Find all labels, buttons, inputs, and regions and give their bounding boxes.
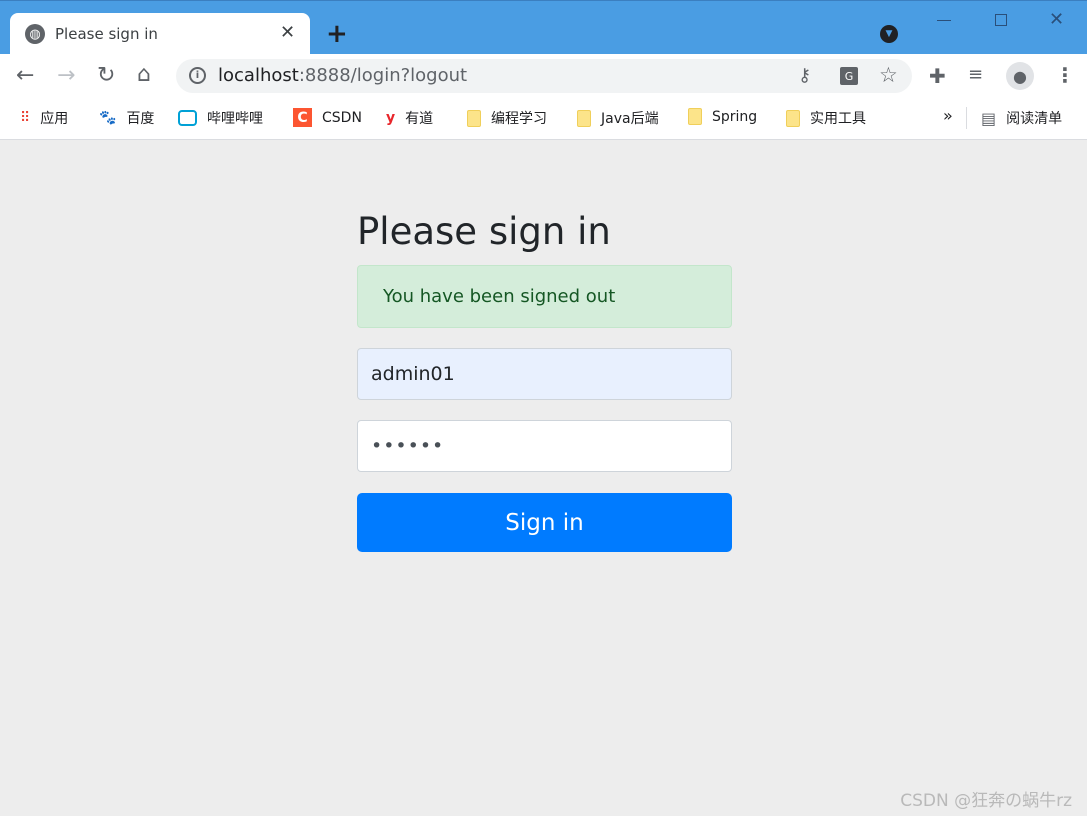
globe-icon: ◍ [25,24,45,44]
tab-please-sign-in[interactable]: ◍ Please sign in ✕ [10,13,310,55]
folder-icon [577,109,591,127]
address-bar[interactable]: i localhost:8888/login?logout ⚷ G ☆ [176,59,912,93]
info-icon[interactable]: i [189,67,206,84]
bookmark-label: 哔哩哔哩 [207,111,263,127]
reading-list-icon: ▤ [981,108,997,128]
bookmark-label: 编程学习 [491,111,547,127]
maximize-button[interactable] [995,14,1007,26]
bookmark-label: 应用 [40,111,69,127]
tab-title: Please sign in [55,25,158,43]
bookmark-folder[interactable]: Java后端 [577,108,659,128]
baidu-paw-icon: 🐾 [99,110,117,126]
bookmark-folder[interactable]: Spring [688,108,757,125]
sign-in-button[interactable]: Sign in [357,493,732,552]
bookmark-folder[interactable]: 实用工具 [786,108,866,128]
back-icon[interactable]: ← [16,63,34,88]
signed-out-alert: You have been signed out [357,265,732,328]
bookmark-baidu[interactable]: 🐾 百度 [99,108,154,128]
bookmark-apps[interactable]: ⠿ 应用 [20,108,68,128]
bookmark-folder[interactable]: 编程学习 [467,108,547,128]
star-icon[interactable]: ☆ [879,63,898,87]
home-icon[interactable]: ⌂ [137,62,151,87]
tab-search-icon[interactable]: ▼ [880,25,898,43]
translate-icon[interactable]: G [840,67,858,85]
forward-icon[interactable]: → [57,63,75,88]
folder-icon [467,109,481,127]
watermark: CSDN @狂奔の蜗牛rz [900,791,1072,811]
apps-grid-icon: ⠿ [20,110,31,126]
bookmark-label: 实用工具 [810,111,866,127]
new-tab-button[interactable]: + [326,19,348,49]
bilibili-icon [178,110,197,126]
media-icon[interactable]: ≡ [968,64,983,85]
minimize-button[interactable] [937,20,951,21]
username-input[interactable]: admin01 [357,348,732,400]
divider [966,107,967,129]
password-input[interactable]: •••••• [357,420,732,472]
title-bar: ◍ Please sign in ✕ + ▼ ✕ [0,0,1087,55]
bookmark-label: CSDN [322,109,362,126]
reading-list-button[interactable]: ▤ 阅读清单 [981,108,1062,128]
reload-icon[interactable]: ↻ [97,63,115,88]
folder-icon [688,108,702,125]
youdao-icon: y [386,110,396,126]
bookmark-youdao[interactable]: y 有道 [386,108,433,128]
bookmark-label: Spring [712,108,758,125]
profile-avatar[interactable]: ● [1006,62,1034,90]
menu-icon[interactable]: ⋮ [1055,63,1075,87]
more-bookmarks-button[interactable]: » [943,106,953,125]
page-title: Please sign in [357,210,611,253]
bookmarks-bar: ⠿ 应用 🐾 百度 哔哩哔哩 C CSDN y 有道 编程学习 Java后端 Sprin… [0,98,1087,140]
bookmark-bilibili[interactable]: 哔哩哔哩 [178,108,263,128]
toolbar: ← → ↻ ⌂ i localhost:8888/login?logout ⚷ … [0,54,1087,98]
csdn-icon: C [293,108,312,127]
close-window-button[interactable]: ✕ [1049,9,1064,30]
reading-list-label: 阅读清单 [1006,111,1063,127]
extensions-icon[interactable]: ✚ [929,64,946,88]
url-text[interactable]: localhost:8888/login?logout [218,65,467,86]
bookmark-csdn[interactable]: C CSDN [293,108,362,127]
key-icon[interactable]: ⚷ [798,65,811,86]
bookmark-label: 有道 [405,111,434,127]
close-tab-icon[interactable]: ✕ [280,22,295,43]
bookmark-label: 百度 [126,111,155,127]
bookmark-label: Java后端 [601,111,659,127]
folder-icon [786,109,800,127]
